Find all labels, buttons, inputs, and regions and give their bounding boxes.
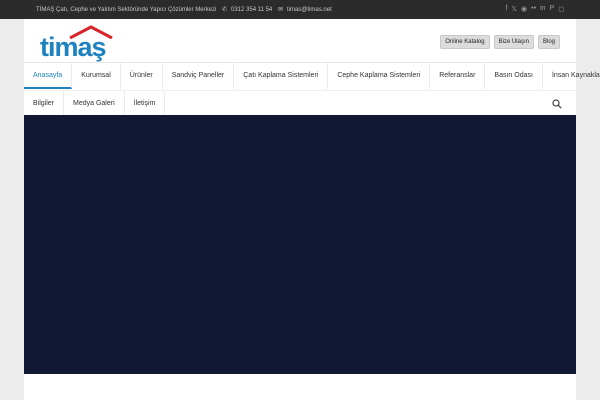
nav-item-iletisim[interactable]: İletişim	[125, 91, 166, 117]
nav-item-basin-odasi[interactable]: Basın Odası	[485, 63, 543, 89]
social-links: f 𝕏 ◉ •• in P ◻	[505, 5, 564, 13]
nav-item-cati-kaplama[interactable]: Çatı Kaplama Sistemleri	[234, 63, 329, 89]
tagline: TİMAŞ Çatı, Cephe ve Yalıtım Sektöründe …	[36, 7, 217, 13]
nav-item-kurumsal[interactable]: Kurumsal	[72, 63, 121, 89]
nav-item-sandvic-paneller[interactable]: Sandviç Paneller	[163, 63, 235, 89]
nav-row-2: Bilgiler Medya Galeri İletişim	[24, 90, 576, 117]
pinterest-icon[interactable]: P	[550, 5, 555, 13]
phone-number[interactable]: 0312 354 11 54	[231, 7, 272, 13]
phone-icon: ✆	[221, 7, 227, 13]
content-strip	[24, 374, 576, 400]
nav-item-insan-kaynaklari[interactable]: İnsan Kaynakları	[543, 63, 600, 89]
search-icon[interactable]	[552, 99, 562, 109]
rss-icon[interactable]: ◉	[521, 5, 527, 13]
nav-row-1: Anasayfa Kurumsal Ürünler Sandviç Panell…	[24, 63, 600, 89]
nav-item-medya-galeri[interactable]: Medya Galeri	[64, 91, 125, 117]
x-icon[interactable]: 𝕏	[511, 5, 517, 13]
contact-info: TİMAŞ Çatı, Cephe ve Yalıtım Sektöründe …	[36, 6, 336, 13]
nav-item-referanslar[interactable]: Referanslar	[430, 63, 486, 89]
email-icon: ✉	[277, 7, 283, 13]
flickr-icon[interactable]: ••	[531, 5, 536, 13]
site-logo[interactable]: timaş	[40, 25, 120, 61]
main-navigation: Anasayfa Kurumsal Ürünler Sandviç Panell…	[24, 62, 600, 117]
hero-banner	[24, 115, 576, 374]
contact-us-button[interactable]: Bize Ulaşın	[493, 35, 534, 49]
logo-text: timaş	[40, 32, 107, 62]
top-bar: TİMAŞ Çatı, Cephe ve Yalıtım Sektöründe …	[0, 0, 600, 19]
linkedin-icon[interactable]: in	[540, 5, 545, 13]
nav-item-bilgiler[interactable]: Bilgiler	[24, 91, 65, 117]
nav-item-cephe-kaplama[interactable]: Cephe Kaplama Sistemleri	[328, 63, 431, 89]
page-container: timaş Online Katalog Bize Ulaşın Blog An…	[24, 19, 600, 400]
email-address[interactable]: timas@timas.net	[287, 7, 332, 13]
online-catalog-button[interactable]: Online Katalog	[440, 35, 490, 49]
nav-item-anasayfa[interactable]: Anasayfa	[24, 63, 73, 89]
instagram-icon[interactable]: ◻	[558, 5, 564, 13]
nav-item-urunler[interactable]: Ürünler	[121, 63, 163, 89]
facebook-icon[interactable]: f	[505, 5, 507, 13]
quick-links: Online Katalog Bize Ulaşın Blog	[440, 35, 560, 49]
blog-button[interactable]: Blog	[537, 35, 560, 49]
